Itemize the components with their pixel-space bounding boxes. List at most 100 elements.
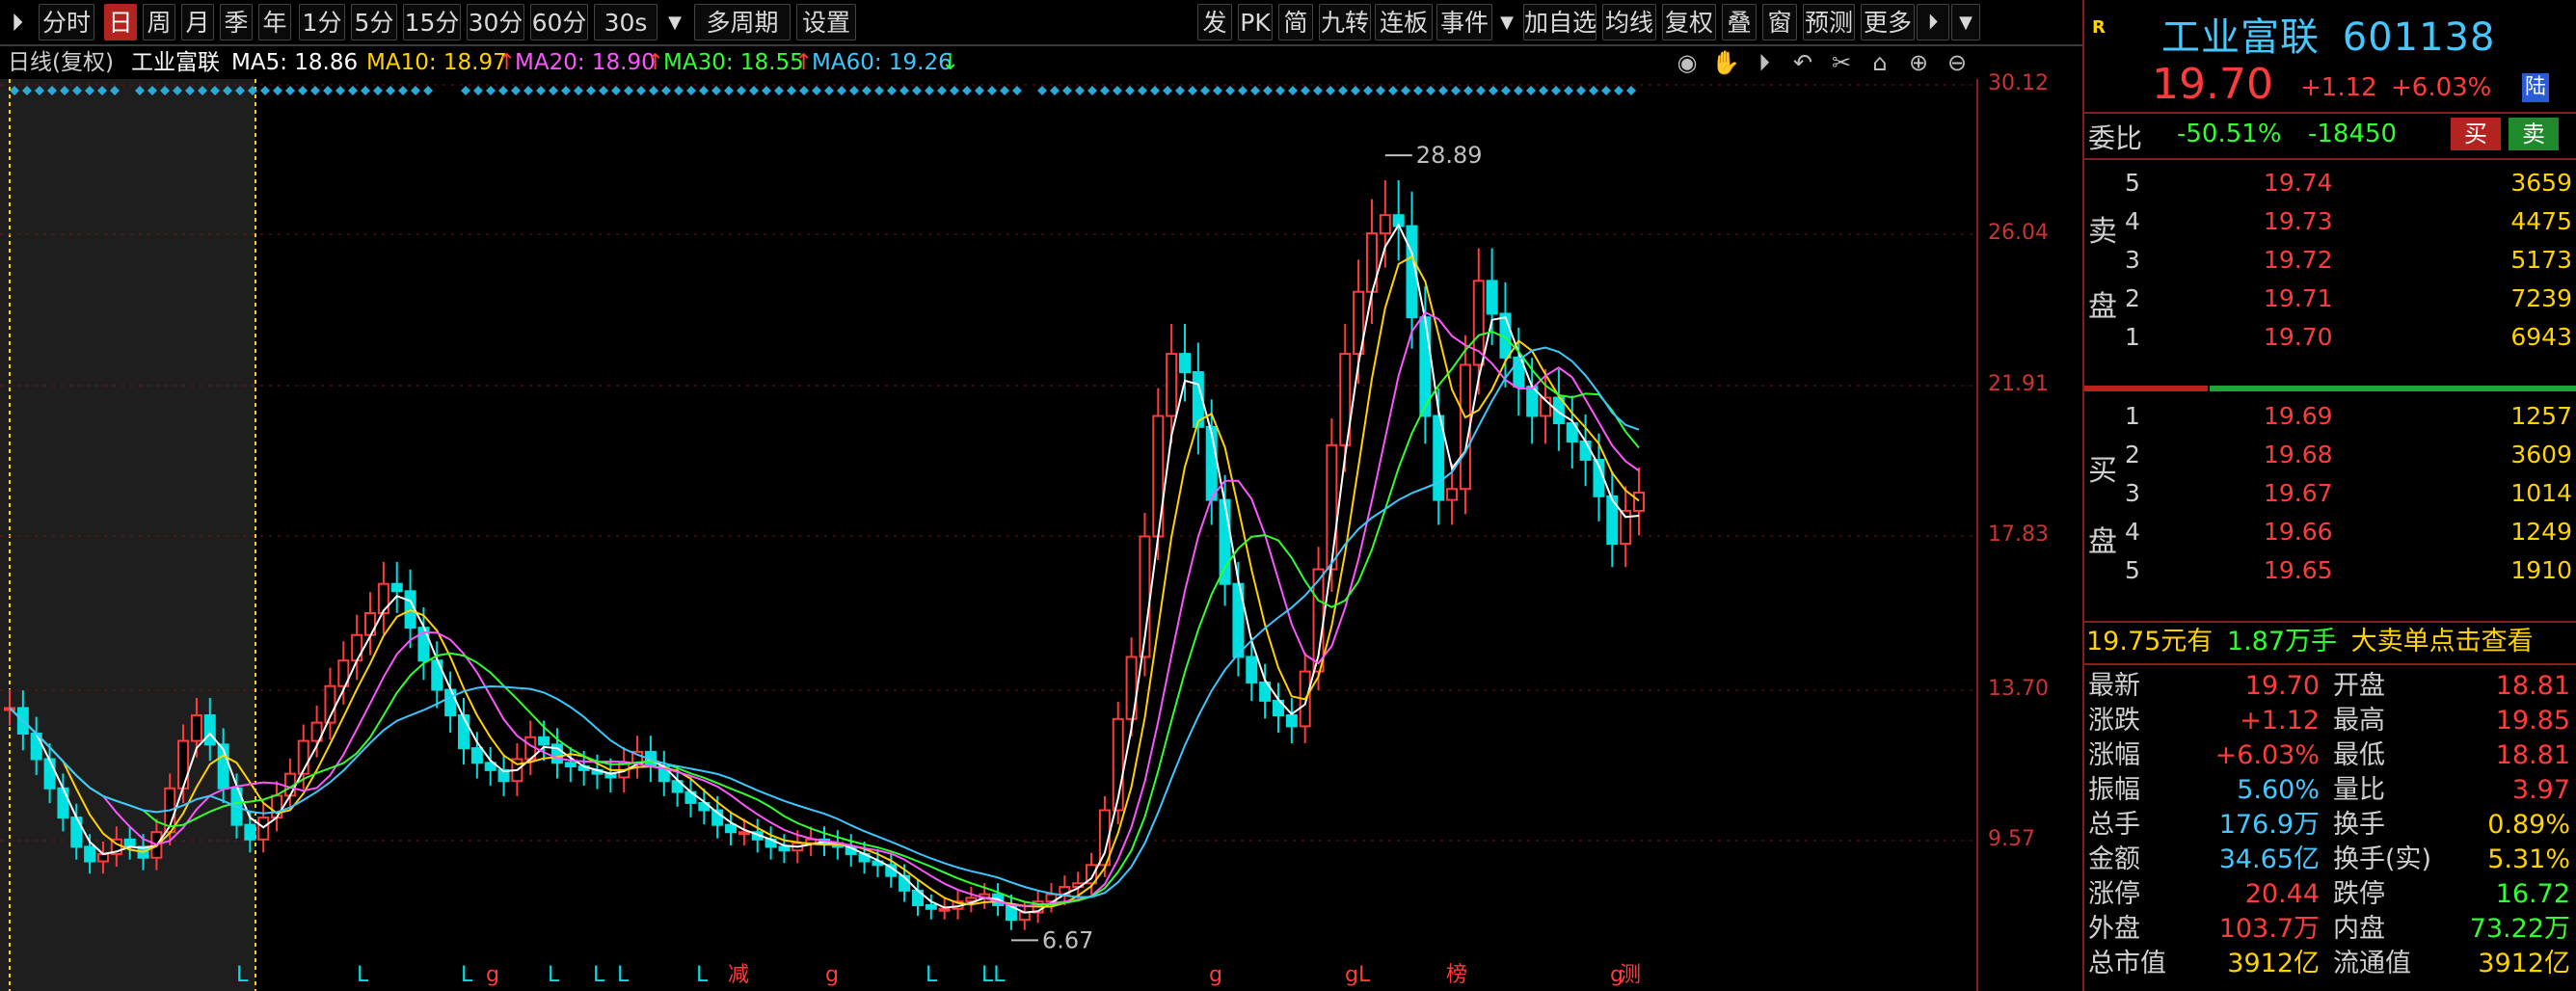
lock-icon[interactable]: ⌂ xyxy=(1865,48,1894,77)
undo-icon[interactable]: ↶ xyxy=(1788,48,1817,77)
ask-row[interactable]: 5 19.74 3659 xyxy=(2084,164,2576,202)
event-diamond xyxy=(1138,86,1147,95)
tab-duozhouqi[interactable]: 多周期 xyxy=(694,4,791,40)
event-diamond xyxy=(1438,86,1448,95)
shijian-dropdown-icon[interactable]: ▼ xyxy=(1494,4,1519,40)
event-diamond xyxy=(661,86,671,95)
event-diamond xyxy=(711,86,721,95)
stat-value: 176.9万 xyxy=(2218,810,2320,840)
level-volume: 1257 xyxy=(2510,402,2572,430)
event-diamond xyxy=(1037,86,1047,95)
btn-jiazixuan[interactable]: 加自选 xyxy=(1523,4,1597,40)
hand-icon[interactable]: ✋ xyxy=(1711,48,1740,77)
tab-ji[interactable]: 季 xyxy=(220,4,253,40)
tab-30s[interactable]: 30s xyxy=(594,4,657,40)
stat-value: 19.85 xyxy=(2495,706,2570,736)
level: 1 xyxy=(2125,323,2140,351)
btn-jiuzhuan[interactable]: 九转 xyxy=(1319,4,1371,40)
tab-fenshi[interactable]: 分时 xyxy=(39,4,94,40)
nav-right-icon[interactable]: ⏵ xyxy=(1917,4,1949,40)
dropdown-arrow-icon[interactable]: ▼ xyxy=(661,4,688,40)
event-diamond xyxy=(849,86,859,95)
bottom-marker: g xyxy=(1209,963,1222,987)
event-diamond xyxy=(1614,86,1623,95)
candle-body xyxy=(444,688,457,717)
tab-shezhi[interactable]: 设置 xyxy=(796,4,856,40)
more-dropdown-icon[interactable]: ▼ xyxy=(1951,4,1980,40)
btn-pk[interactable]: PK xyxy=(1238,4,1273,40)
level-volume: 4475 xyxy=(2510,207,2572,235)
btn-fa[interactable]: 发 xyxy=(1197,4,1232,40)
big-order-banner[interactable]: 19.75元有 1.87万手 大卖单点击查看 xyxy=(2086,625,2534,659)
tab-15fen[interactable]: 15分 xyxy=(403,4,461,40)
ask-row[interactable]: 1 19.70 6943 xyxy=(2084,318,2576,357)
tab-60fen[interactable]: 60分 xyxy=(530,4,588,40)
stat-label: 总手 xyxy=(2088,810,2140,840)
tab-5fen[interactable]: 5分 xyxy=(351,4,397,40)
play-icon[interactable]: ⏵ xyxy=(1750,48,1779,77)
event-diamond xyxy=(874,86,884,95)
btn-lianban[interactable]: 连板 xyxy=(1375,4,1433,40)
zoom-out-icon[interactable]: ⊖ xyxy=(1943,48,1972,77)
event-diamond xyxy=(1463,86,1473,95)
sell-button[interactable]: 卖 xyxy=(2509,118,2559,150)
btn-gengduo[interactable]: 更多 xyxy=(1861,4,1915,40)
btn-fuquan[interactable]: 复权 xyxy=(1662,4,1716,40)
ask-row[interactable]: 3 19.72 5173 xyxy=(2084,241,2576,280)
stat-value: 16.72 xyxy=(2495,879,2570,909)
ask-row[interactable]: 2 19.71 7239 xyxy=(2084,280,2576,318)
btn-yuce[interactable]: 预测 xyxy=(1803,4,1855,40)
bottom-marker: L xyxy=(548,963,560,987)
tab-ri[interactable]: 日 xyxy=(104,4,137,40)
ma20-value: MA20: 18.90 xyxy=(515,50,656,75)
tab-1fen[interactable]: 1分 xyxy=(299,4,345,40)
big-order-link[interactable]: 大卖单点击查看 xyxy=(2351,627,2534,656)
bid-row[interactable]: 3 19.67 1014 xyxy=(2084,474,2576,513)
scissors-icon[interactable]: ✂ xyxy=(1827,48,1856,77)
level-volume: 5173 xyxy=(2510,246,2572,274)
tab-nian[interactable]: 年 xyxy=(258,4,291,40)
stat-value: 19.70 xyxy=(2244,671,2320,701)
stat-value: 5.60% xyxy=(2237,775,2320,805)
btn-junxian[interactable]: 均线 xyxy=(1602,4,1656,40)
lu-badge[interactable]: 陆 xyxy=(2522,73,2550,102)
y-tick-label: 17.83 xyxy=(1988,522,2049,547)
btn-die[interactable]: 叠 xyxy=(1722,4,1757,40)
bid-row[interactable]: 5 19.65 1910 xyxy=(2084,551,2576,590)
y-tick-label: 9.57 xyxy=(1988,827,2035,851)
tab-yue[interactable]: 月 xyxy=(181,4,214,40)
event-diamond xyxy=(1075,86,1085,95)
spread-bar-red xyxy=(2084,386,2208,391)
kline-svg[interactable]: 28.896.67L L Lg L L L L 减 g L LL g gL 榜 g测 xyxy=(0,79,2082,991)
candle-body xyxy=(470,747,483,764)
event-diamond xyxy=(674,86,684,95)
event-diamond xyxy=(1388,86,1398,95)
stat-row: 涨幅 +6.03% 最低 18.81 xyxy=(2084,738,2576,773)
ask-row[interactable]: 4 19.73 4475 xyxy=(2084,202,2576,241)
bid-row[interactable]: 4 19.66 1249 xyxy=(2084,513,2576,551)
stat-row: 最新 19.70 开盘 18.81 xyxy=(2084,669,2576,704)
btn-shijian[interactable]: 事件 xyxy=(1436,4,1492,40)
event-diamond xyxy=(298,86,308,95)
candle-body xyxy=(43,758,56,790)
btn-chuang[interactable]: 窗 xyxy=(1762,4,1797,40)
btn-jian[interactable]: 简 xyxy=(1278,4,1313,40)
bid-row[interactable]: 1 19.69 1257 xyxy=(2084,397,2576,436)
bid-row[interactable]: 2 19.68 3609 xyxy=(2084,436,2576,474)
zoom-in-icon[interactable]: ⊕ xyxy=(1904,48,1933,77)
stat-label: 开盘 xyxy=(2333,671,2385,701)
candle-body xyxy=(778,845,791,852)
eye-icon[interactable]: ◉ xyxy=(1673,48,1702,77)
tab-30fen[interactable]: 30分 xyxy=(467,4,524,40)
period-label[interactable]: 日线(复权) xyxy=(8,46,114,79)
event-diamond xyxy=(373,86,383,95)
big-order-price: 19.75元有 xyxy=(2086,627,2214,656)
tab-zhou[interactable]: 周 xyxy=(143,4,175,40)
stat-row: 总市值 3912亿 流通值 3912亿 xyxy=(2084,947,2576,981)
bottom-marker: L xyxy=(593,963,605,987)
buy-button[interactable]: 买 xyxy=(2451,118,2501,150)
collapse-left-icon[interactable]: ⏵ xyxy=(2,4,33,40)
kline-chart[interactable]: 28.89 6.67 L L Lg L L L L 减 g L LL g gL 榜 g 测 xyxy=(0,79,2082,991)
event-diamond xyxy=(574,86,583,95)
event-diamond xyxy=(1526,86,1536,95)
